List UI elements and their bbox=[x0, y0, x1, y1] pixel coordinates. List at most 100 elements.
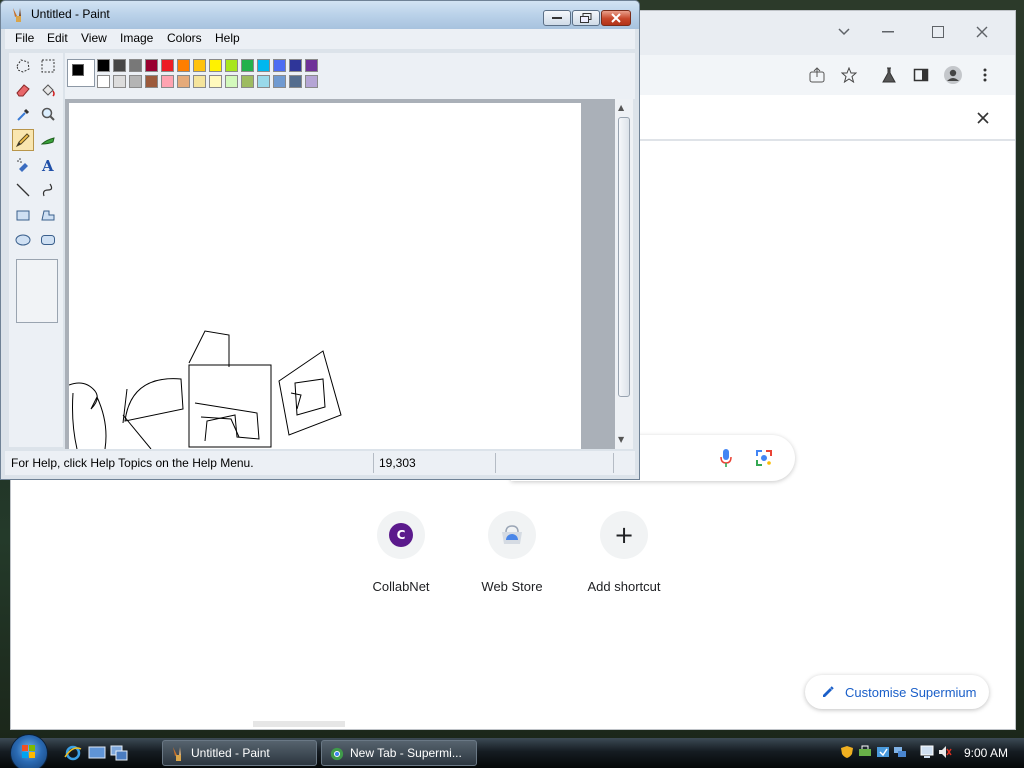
taskbar-item-browser[interactable]: New Tab - Supermi... bbox=[321, 740, 477, 766]
rounded-rectangle-tool[interactable] bbox=[37, 229, 59, 251]
color-swatch[interactable] bbox=[257, 59, 270, 72]
share-button[interactable] bbox=[804, 62, 830, 88]
rectangle-tool[interactable] bbox=[12, 204, 34, 226]
paint-titlebar[interactable]: Untitled - Paint bbox=[1, 1, 639, 29]
color-swatch[interactable] bbox=[209, 75, 222, 88]
line-tool[interactable] bbox=[12, 179, 34, 201]
color-swatch[interactable] bbox=[209, 59, 222, 72]
collabnet-icon: C bbox=[389, 523, 413, 547]
side-panel-button[interactable] bbox=[908, 62, 934, 88]
tool-options-box[interactable] bbox=[16, 259, 58, 323]
paint-minimize-button[interactable] bbox=[543, 10, 571, 26]
free-select-tool[interactable] bbox=[12, 55, 34, 77]
paint-app-icon bbox=[13, 8, 21, 22]
menu-edit[interactable]: Edit bbox=[47, 31, 68, 45]
volume-muted-icon[interactable] bbox=[938, 745, 952, 759]
color-swatch[interactable] bbox=[289, 75, 302, 88]
current-colors[interactable] bbox=[67, 59, 95, 87]
color-swatch[interactable] bbox=[129, 59, 142, 72]
color-swatch[interactable] bbox=[273, 75, 286, 88]
color-swatch[interactable] bbox=[113, 59, 126, 72]
network-icon[interactable] bbox=[893, 745, 907, 759]
tab-search-button[interactable] bbox=[829, 17, 859, 47]
text-tool[interactable]: A bbox=[37, 154, 59, 176]
shortcut-web-store[interactable]: Web Store bbox=[457, 511, 567, 594]
color-swatch[interactable] bbox=[241, 59, 254, 72]
color-swatch[interactable] bbox=[177, 59, 190, 72]
menu-image[interactable]: Image bbox=[120, 31, 153, 45]
color-swatch[interactable] bbox=[129, 75, 142, 88]
voice-search-button[interactable] bbox=[719, 448, 733, 472]
safe-remove-icon[interactable] bbox=[858, 745, 872, 759]
menu-view[interactable]: View bbox=[81, 31, 107, 45]
magnifier-icon bbox=[41, 107, 55, 121]
vertical-scrollbar[interactable]: ▲ ▼ bbox=[615, 99, 633, 449]
add-shortcut[interactable]: + Add shortcut bbox=[569, 511, 679, 594]
curve-tool[interactable] bbox=[37, 179, 59, 201]
line-icon bbox=[16, 183, 30, 197]
menu-button[interactable] bbox=[972, 62, 998, 88]
profile-button[interactable] bbox=[940, 62, 966, 88]
eraser-tool[interactable] bbox=[12, 79, 34, 101]
paint-close-button[interactable] bbox=[601, 10, 631, 26]
browser-maximize-button[interactable] bbox=[923, 17, 953, 47]
magnifier-tool[interactable] bbox=[37, 103, 59, 125]
display-icon[interactable] bbox=[920, 745, 934, 759]
scroll-up-arrow-icon[interactable]: ▲ bbox=[618, 103, 624, 112]
customise-button[interactable]: Customise Supermium bbox=[805, 675, 989, 709]
color-swatch[interactable] bbox=[97, 75, 110, 88]
rect-select-tool[interactable] bbox=[37, 55, 59, 77]
bookmark-star-button[interactable] bbox=[836, 62, 862, 88]
airbrush-tool[interactable] bbox=[12, 154, 34, 176]
labs-button[interactable] bbox=[876, 62, 902, 88]
security-shield-icon[interactable] bbox=[840, 745, 854, 759]
color-picker-tool[interactable] bbox=[12, 103, 34, 125]
color-swatch[interactable] bbox=[273, 59, 286, 72]
color-swatch[interactable] bbox=[97, 59, 110, 72]
shortcut-collabnet[interactable]: C CollabNet bbox=[346, 511, 456, 594]
color-swatch[interactable] bbox=[225, 75, 238, 88]
lens-search-button[interactable] bbox=[754, 448, 774, 472]
start-button[interactable] bbox=[10, 734, 48, 768]
browser-minimize-button[interactable] bbox=[873, 17, 903, 47]
color-swatch[interactable] bbox=[161, 59, 174, 72]
ellipse-tool[interactable] bbox=[12, 229, 34, 251]
menu-colors[interactable]: Colors bbox=[167, 31, 202, 45]
update-icon[interactable] bbox=[876, 745, 890, 759]
menu-help[interactable]: Help bbox=[215, 31, 240, 45]
color-swatch[interactable] bbox=[257, 75, 270, 88]
system-clock[interactable]: 9:00 AM bbox=[964, 746, 1008, 760]
color-swatch[interactable] bbox=[193, 75, 206, 88]
menu-file[interactable]: File bbox=[15, 31, 34, 45]
color-swatch[interactable] bbox=[305, 59, 318, 72]
browser-close-button[interactable] bbox=[967, 17, 997, 47]
brush-tool[interactable] bbox=[37, 129, 59, 151]
color-swatch[interactable] bbox=[145, 75, 158, 88]
taskbar-item-paint[interactable]: Untitled - Paint bbox=[162, 740, 317, 766]
share-icon bbox=[809, 67, 825, 83]
polygon-tool[interactable] bbox=[37, 204, 59, 226]
show-desktop-icon[interactable] bbox=[88, 745, 106, 761]
pencil-tool[interactable] bbox=[12, 129, 34, 151]
color-swatch[interactable] bbox=[177, 75, 190, 88]
color-swatch[interactable] bbox=[289, 59, 302, 72]
drawing-canvas[interactable] bbox=[69, 103, 581, 449]
color-swatch[interactable] bbox=[193, 59, 206, 72]
foreground-color[interactable] bbox=[72, 64, 84, 76]
color-swatch[interactable] bbox=[161, 75, 174, 88]
horizontal-scrollbar[interactable] bbox=[253, 721, 345, 727]
web-store-icon bbox=[502, 525, 522, 544]
scroll-down-arrow-icon[interactable]: ▼ bbox=[618, 435, 624, 444]
color-swatch[interactable] bbox=[305, 75, 318, 88]
color-swatch[interactable] bbox=[225, 59, 238, 72]
fill-tool[interactable] bbox=[37, 79, 59, 101]
infobar-close-button[interactable] bbox=[968, 103, 998, 133]
shortcut-label: Web Store bbox=[481, 579, 543, 594]
internet-explorer-icon[interactable] bbox=[64, 745, 82, 761]
scroll-thumb[interactable] bbox=[618, 117, 630, 397]
color-swatch[interactable] bbox=[241, 75, 254, 88]
switch-windows-icon[interactable] bbox=[110, 745, 128, 761]
paint-maximize-button[interactable] bbox=[572, 10, 600, 26]
color-swatch[interactable] bbox=[113, 75, 126, 88]
color-swatch[interactable] bbox=[145, 59, 158, 72]
